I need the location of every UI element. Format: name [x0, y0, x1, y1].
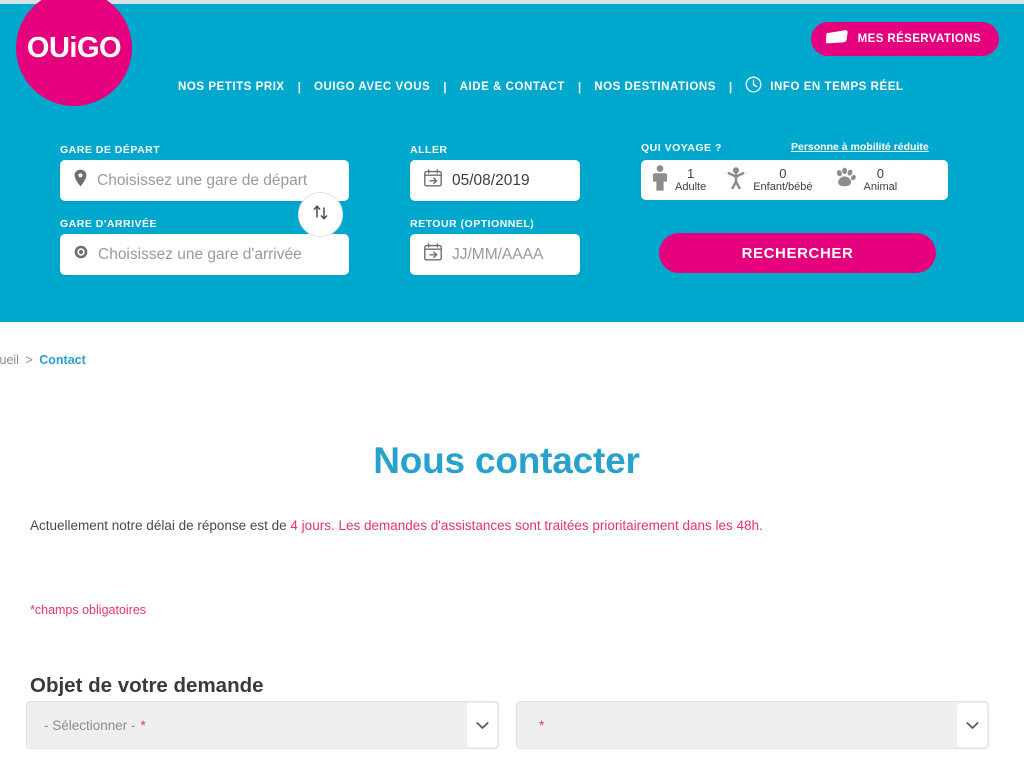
passenger-adult[interactable]: 1 Adulte: [641, 164, 715, 196]
select-sous-objet-demande[interactable]: *: [516, 701, 989, 749]
child-label: Enfant/bébé: [753, 181, 813, 194]
nav-item-nos-petits-prix[interactable]: NOS PETITS PRIX: [178, 81, 285, 93]
my-reservations-button[interactable]: MES RÉSERVATIONS: [810, 22, 999, 56]
depart-station-text: Choisissez une gare de départ: [97, 171, 308, 189]
outbound-date-label: ALLER: [410, 144, 448, 156]
logo-text: OUiGO: [26, 31, 122, 64]
nav-item-ouigo-avec-vous[interactable]: OUIGO AVEC VOUS: [314, 81, 430, 93]
breadcrumb-separator: >: [25, 353, 33, 367]
target-circle-icon: [74, 245, 88, 264]
breadcrumb-home[interactable]: ccueil: [0, 353, 19, 367]
page-title: Nous contacter: [373, 439, 640, 481]
swap-stations-button[interactable]: [298, 192, 343, 237]
ticket-icon: [825, 29, 849, 49]
nav-item-nos-destinations[interactable]: NOS DESTINATIONS: [594, 81, 716, 93]
nav-separator: |: [728, 80, 733, 94]
animal-label: Animal: [863, 181, 898, 194]
nav-item-info-temps-reel[interactable]: INFO EN TEMPS RÉEL: [745, 76, 903, 98]
nav-item-info-temps-reel-label: INFO EN TEMPS RÉEL: [770, 81, 904, 93]
passengers-label: QUI VOYAGE ?: [641, 142, 722, 154]
section-title-objet: Objet de votre demande: [30, 674, 264, 697]
reduced-mobility-link[interactable]: Personne à mobilité réduite: [791, 141, 929, 153]
return-date-input[interactable]: JJ/MM/AAAA: [410, 234, 580, 275]
adult-label: Adulte: [675, 181, 707, 194]
passenger-animal[interactable]: 0 Animal: [822, 165, 907, 194]
return-date-label: RETOUR (optionnel): [410, 218, 535, 230]
depart-station-label: GARE DE DÉPART: [60, 144, 161, 156]
animal-count: 0: [876, 165, 884, 181]
return-date-text: JJ/MM/AAAA: [452, 245, 544, 263]
select-objet-demande[interactable]: - Sélectionner - *: [26, 701, 499, 749]
adult-count: 1: [686, 165, 695, 181]
map-pin-icon: [74, 169, 87, 192]
clock-icon: [745, 76, 762, 98]
calendar-return-icon: [424, 243, 442, 266]
ouigo-logo[interactable]: OUiGO: [16, 0, 132, 106]
outbound-date-input[interactable]: 05/08/2019: [410, 160, 580, 201]
arrival-station-input[interactable]: Choisissez une gare d'arrivée: [60, 234, 349, 275]
arrival-station-label: GARE D'ARRIVÉE: [60, 218, 158, 230]
select-objet-value: - Sélectionner -: [44, 717, 136, 733]
outbound-date-text: 05/08/2019: [452, 171, 530, 189]
search-button[interactable]: RECHERCHER: [659, 233, 936, 273]
paw-icon: [834, 167, 856, 192]
passenger-child[interactable]: 0 Enfant/bébé: [715, 165, 821, 194]
page-root: OUiGO MES RÉSERVATIONS NOS PETITS PRIX |…: [0, 0, 1024, 766]
swap-arrows-icon: [310, 202, 331, 228]
response-delay-notice: Actuellement notre délai de réponse est …: [30, 518, 763, 533]
site-header: OUiGO MES RÉSERVATIONS NOS PETITS PRIX |…: [0, 0, 1024, 322]
depart-station-input[interactable]: Choisissez une gare de départ: [60, 160, 349, 201]
calendar-depart-icon: [424, 169, 442, 192]
notice-plain-text: Actuellement notre délai de réponse est …: [30, 518, 291, 533]
my-reservations-label: MES RÉSERVATIONS: [857, 33, 981, 45]
child-icon: [727, 166, 745, 194]
notice-highlight-text: 4 jours. Les demandes d'assistances sont…: [290, 518, 763, 533]
chevron-down-icon[interactable]: [957, 703, 987, 747]
nav-separator: |: [297, 80, 302, 94]
arrival-station-text: Choisissez une gare d'arrivée: [98, 245, 302, 263]
breadcrumb: ccueil > Contact: [0, 353, 86, 367]
breadcrumb-current[interactable]: Contact: [39, 353, 86, 367]
passengers-selector[interactable]: 1 Adulte 0 Enfant/bébé 0 Animal: [641, 160, 948, 200]
chevron-down-icon[interactable]: [467, 703, 497, 747]
nav-separator: |: [577, 80, 582, 94]
nav-item-aide-contact[interactable]: AIDE & CONTACT: [460, 81, 565, 93]
adult-icon: [653, 164, 667, 196]
nav-separator: |: [443, 80, 447, 94]
select-objet-required-mark: *: [140, 717, 146, 733]
child-count: 0: [779, 165, 787, 181]
select-sous-objet-required-mark: *: [539, 717, 545, 733]
required-fields-note: *champs obligatoires: [30, 603, 147, 617]
main-nav: NOS PETITS PRIX | OUIGO AVEC VOUS | AIDE…: [178, 76, 904, 98]
